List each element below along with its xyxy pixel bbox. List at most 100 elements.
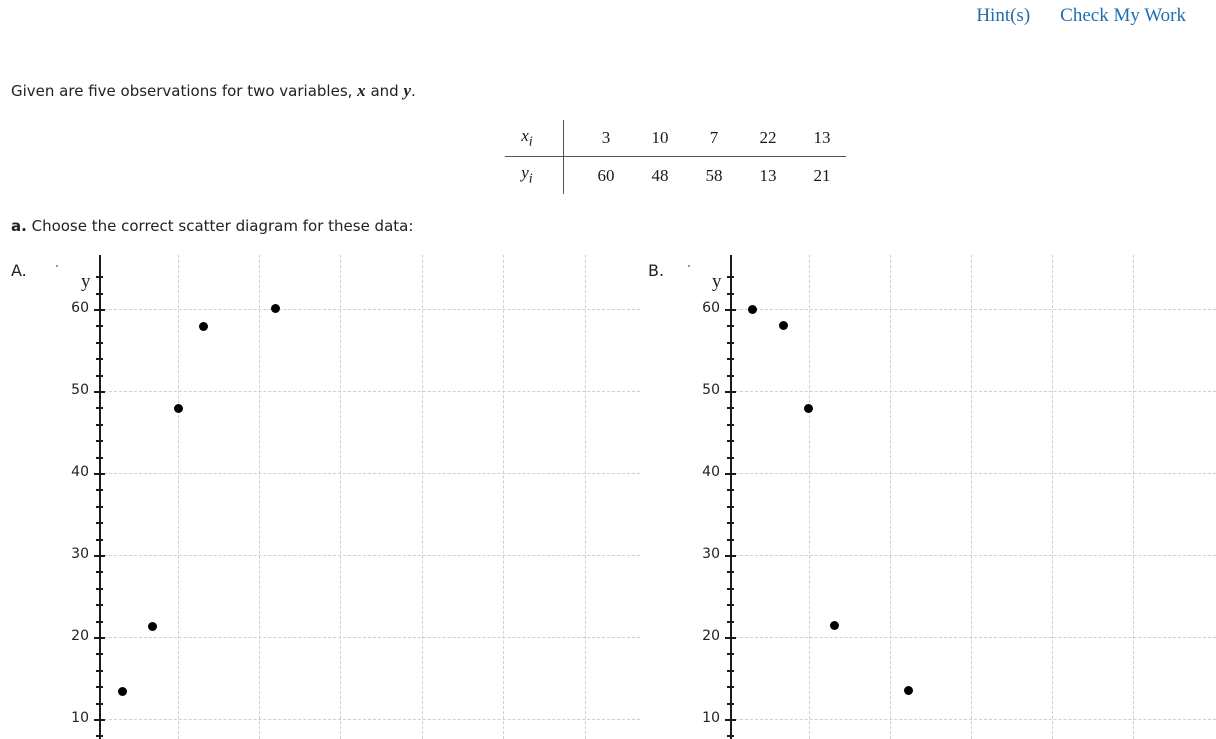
y-axis-tick-minor — [96, 571, 103, 574]
table-row-x: xi 3 10 7 22 13 — [505, 120, 846, 158]
gridline-vertical — [178, 255, 179, 739]
scatter-chart-b[interactable]: y 60 50 40 30 20 10 — [640, 255, 1216, 739]
table-cell-x-3: 22 — [738, 120, 792, 158]
y-axis-tick-label: 50 — [71, 382, 89, 398]
gridline-horizontal — [99, 473, 640, 474]
data-point — [270, 303, 280, 313]
y-axis-tick-minor — [727, 571, 734, 574]
table-cell-y-4: 21 — [813, 165, 831, 185]
y-axis-label: y — [81, 271, 91, 292]
table-cell-x-0: 3 — [563, 120, 630, 158]
y-axis-tick-major — [94, 309, 105, 311]
gridline-vertical — [1052, 255, 1053, 739]
y-axis-tick-minor — [96, 604, 103, 607]
y-axis-tick-minor — [727, 374, 734, 377]
y-axis-tick-label: 20 — [702, 628, 720, 644]
stem-text-prefix: Given are five observations for two vari… — [11, 82, 358, 100]
rowhead-x-letter: x — [521, 126, 529, 145]
y-axis-tick-minor — [96, 374, 103, 377]
y-axis-tick-label: 10 — [71, 710, 89, 726]
data-point — [903, 685, 913, 695]
y-axis-tick-minor — [96, 587, 103, 590]
data-point — [778, 320, 788, 330]
question-stem: Given are five observations for two vari… — [11, 81, 416, 101]
y-axis-tick-major — [94, 391, 105, 393]
hints-link[interactable]: Hint(s) — [976, 5, 1030, 27]
y-axis-tick-minor — [727, 522, 734, 525]
stem-text-mid: and — [365, 82, 404, 100]
y-axis-tick-minor — [96, 292, 103, 295]
y-axis-line — [730, 255, 732, 739]
gridline-vertical — [890, 255, 891, 739]
y-axis-tick-minor — [727, 407, 734, 410]
y-axis-tick-minor — [96, 456, 103, 459]
y-axis-tick-minor — [727, 423, 734, 426]
y-axis-tick-major — [725, 719, 736, 721]
gridline-horizontal — [99, 309, 640, 310]
y-axis-tick-minor — [727, 341, 734, 344]
gridline-horizontal — [99, 637, 640, 638]
y-axis-tick-minor — [727, 456, 734, 459]
gridline-vertical — [340, 255, 341, 739]
gridline-horizontal — [99, 555, 640, 556]
y-axis-tick-major — [94, 637, 105, 639]
data-point — [147, 621, 157, 631]
part-a-text: Choose the correct scatter diagram for t… — [26, 217, 414, 235]
y-axis-tick-minor — [727, 669, 734, 672]
table-cell-y-0: 60 — [597, 165, 615, 185]
y-axis-line — [99, 255, 101, 739]
y-axis-tick-minor — [727, 489, 734, 492]
y-axis-tick-minor — [96, 325, 103, 328]
y-axis-tick-minor — [96, 407, 103, 410]
table-cell-y-1: 48 — [651, 165, 669, 185]
data-point — [803, 403, 813, 413]
gridline-horizontal — [730, 391, 1216, 392]
gridline-horizontal — [730, 555, 1216, 556]
y-axis-tick-label: 40 — [71, 464, 89, 480]
gridline-horizontal — [730, 719, 1216, 720]
data-point — [747, 304, 757, 314]
rowhead-y-subscript: i — [528, 170, 533, 187]
check-my-work-link[interactable]: Check My Work — [1060, 5, 1186, 27]
scatter-chart-a[interactable]: y 60 50 40 30 20 10 — [0, 255, 640, 739]
y-axis-tick-minor — [727, 325, 734, 328]
data-point — [117, 686, 127, 696]
data-point — [173, 403, 183, 413]
y-axis-tick-minor — [727, 292, 734, 295]
gridline-vertical — [971, 255, 972, 739]
y-axis-tick-minor — [96, 538, 103, 541]
y-axis-tick-label: 10 — [702, 710, 720, 726]
y-axis-tick-minor — [727, 587, 734, 590]
y-axis-tick-major — [725, 391, 736, 393]
table-cell-x-1: 10 — [630, 120, 684, 158]
y-axis-tick-major — [725, 555, 736, 557]
y-axis-tick-major — [725, 473, 736, 475]
table-rowhead-x: xi — [505, 120, 564, 158]
y-axis-tick-major — [725, 637, 736, 639]
y-axis-tick-minor — [96, 686, 103, 689]
table-cell-x-2: 7 — [684, 120, 738, 158]
top-links-bar: Hint(s) Check My Work — [976, 5, 1186, 27]
gridline-vertical — [422, 255, 423, 739]
table-cell-y-2: 58 — [705, 165, 723, 185]
y-axis-tick-minor — [727, 653, 734, 656]
observations-table: xi 3 10 7 22 13 yi 60 48 58 13 21 — [505, 120, 846, 194]
part-a-prompt: a. Choose the correct scatter diagram fo… — [11, 217, 413, 235]
y-axis-tick-minor — [727, 440, 734, 443]
y-axis-tick-minor — [96, 423, 103, 426]
part-a-letter: a. — [11, 217, 27, 235]
y-axis-tick-minor — [727, 276, 734, 279]
gridline-vertical — [585, 255, 586, 739]
y-axis-tick-minor — [96, 702, 103, 705]
y-axis-tick-major — [94, 719, 105, 721]
y-axis-tick-minor — [96, 653, 103, 656]
table-cell-y-3: 13 — [759, 165, 777, 185]
stem-variable-y: y — [403, 81, 411, 100]
y-axis-tick-minor — [96, 505, 103, 508]
stem-text-suffix: . — [410, 82, 416, 100]
gridline-horizontal — [99, 391, 640, 392]
table-cell-x-4: 13 — [792, 120, 846, 158]
gridline-vertical — [503, 255, 504, 739]
y-axis-label: y — [712, 271, 722, 292]
gridline-vertical — [259, 255, 260, 739]
